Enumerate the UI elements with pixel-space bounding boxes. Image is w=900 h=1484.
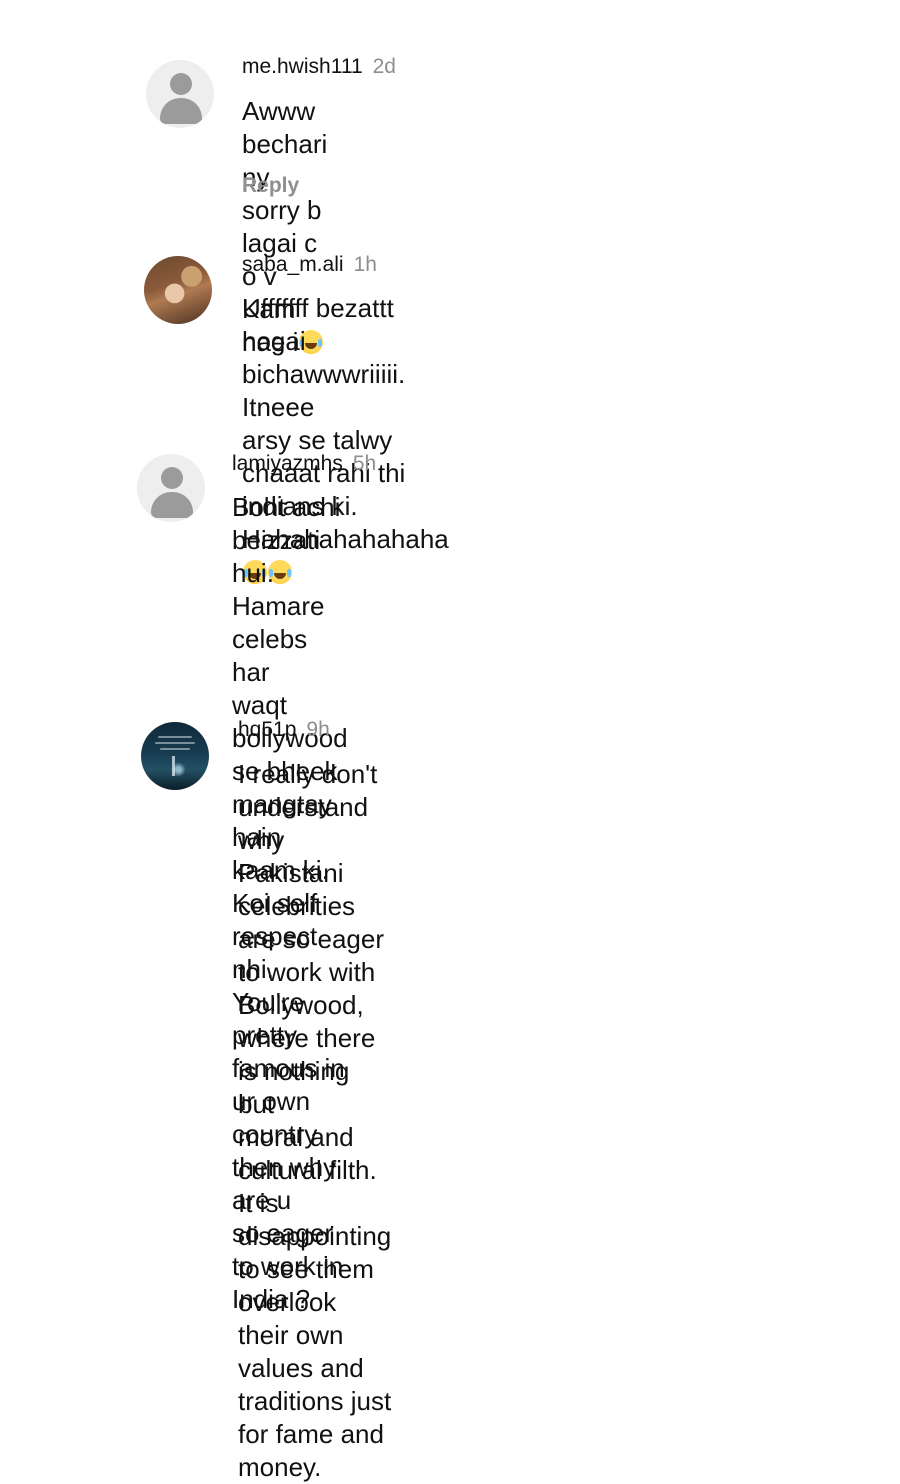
timestamp: 1h	[353, 253, 377, 276]
username[interactable]: lamiyazmhs	[232, 452, 343, 475]
avatar[interactable]	[137, 454, 205, 522]
comment-text: I really don't understand why Pakistani …	[238, 759, 392, 1482]
avatar[interactable]	[146, 60, 214, 128]
username[interactable]: hq51p	[238, 718, 296, 741]
timestamp: 5h	[352, 452, 377, 475]
avatar[interactable]	[141, 722, 209, 790]
timestamp: 9h	[306, 718, 330, 741]
reply-button[interactable]: Reply	[242, 174, 299, 198]
username[interactable]: saba_m.ali	[242, 253, 344, 276]
timestamp: 2d	[372, 55, 396, 78]
default-user-icon	[161, 467, 183, 489]
avatar[interactable]	[144, 256, 212, 324]
default-user-icon	[170, 73, 192, 95]
username[interactable]: me.hwish111	[242, 55, 363, 78]
